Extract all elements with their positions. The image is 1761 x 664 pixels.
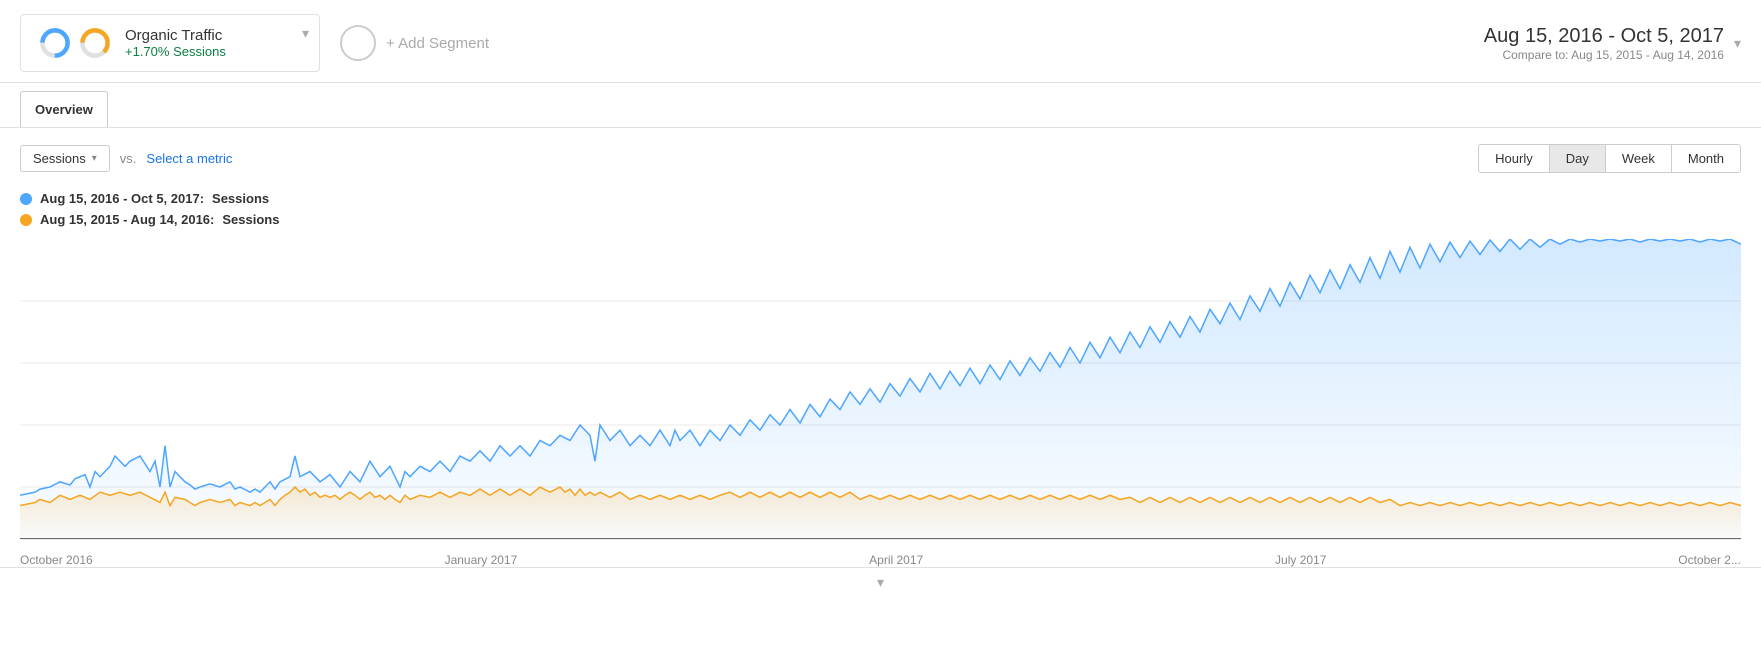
scrollbar-area[interactable]: ▾: [0, 567, 1761, 595]
add-segment-label: + Add Segment: [386, 35, 489, 52]
metric-selector: Sessions ▾ vs. Select a metric: [20, 145, 232, 172]
sessions-dropdown[interactable]: Sessions ▾: [20, 145, 110, 172]
sessions-label: Sessions: [33, 151, 86, 166]
date-range-compare: Compare to: Aug 15, 2015 - Aug 14, 2016: [1484, 48, 1724, 62]
chart-container: [0, 239, 1761, 549]
date-range-title: Aug 15, 2016 - Oct 5, 2017: [1484, 25, 1724, 48]
legend-metric-2: Sessions: [222, 212, 279, 227]
legend-range-1: Aug 15, 2016 - Oct 5, 2017:: [40, 191, 204, 206]
chart-svg: [20, 239, 1741, 549]
tabs-bar: Overview: [0, 83, 1761, 128]
time-btn-day[interactable]: Day: [1549, 144, 1606, 173]
legend-dot-blue: [20, 193, 32, 205]
segment-left: Organic Traffic +1.70% Sessions ▾ + Add …: [20, 14, 489, 72]
vs-label: vs.: [120, 151, 137, 166]
legend-item-1: Aug 15, 2016 - Oct 5, 2017: Sessions: [20, 191, 1741, 206]
scroll-down-icon[interactable]: ▾: [877, 574, 884, 591]
donut-orange-icon: [77, 25, 113, 61]
date-range[interactable]: Aug 15, 2016 - Oct 5, 2017 Compare to: A…: [1484, 25, 1741, 62]
donut-blue-icon: [37, 25, 73, 61]
x-label-3: July 2017: [1275, 553, 1326, 567]
tab-overview[interactable]: Overview: [20, 91, 108, 127]
x-label-1: January 2017: [445, 553, 518, 567]
x-label-4: October 2...: [1678, 553, 1741, 567]
time-buttons: Hourly Day Week Month: [1479, 144, 1741, 173]
segment-icon: [37, 25, 113, 61]
segment-dropdown-arrow[interactable]: ▾: [302, 25, 309, 42]
add-segment[interactable]: + Add Segment: [340, 25, 489, 61]
legend-metric-1: Sessions: [212, 191, 269, 206]
segment-title: Organic Traffic: [125, 27, 226, 44]
segment-pct: +1.70% Sessions: [125, 44, 226, 59]
compare-range: Aug 15, 2015 - Aug 14, 2016: [1571, 48, 1724, 62]
header: Organic Traffic +1.70% Sessions ▾ + Add …: [0, 0, 1761, 83]
add-segment-circle-icon: [340, 25, 376, 61]
time-btn-month[interactable]: Month: [1671, 144, 1741, 173]
compare-label: Compare to:: [1502, 48, 1568, 62]
time-btn-hourly[interactable]: Hourly: [1478, 144, 1550, 173]
date-range-arrow-icon[interactable]: ▾: [1734, 35, 1741, 52]
x-axis: October 2016 January 2017 April 2017 Jul…: [0, 549, 1761, 567]
sessions-arrow-icon: ▾: [92, 153, 97, 164]
legend-dot-orange: [20, 214, 32, 226]
select-metric-link[interactable]: Select a metric: [146, 151, 232, 166]
date-range-text: Aug 15, 2016 - Oct 5, 2017 Compare to: A…: [1484, 25, 1724, 62]
legend: Aug 15, 2016 - Oct 5, 2017: Sessions Aug…: [0, 181, 1761, 239]
segment-card-1[interactable]: Organic Traffic +1.70% Sessions ▾: [20, 14, 320, 72]
x-label-0: October 2016: [20, 553, 93, 567]
controls-row: Sessions ▾ vs. Select a metric Hourly Da…: [0, 128, 1761, 181]
legend-item-2: Aug 15, 2015 - Aug 14, 2016: Sessions: [20, 212, 1741, 227]
legend-range-2: Aug 15, 2015 - Aug 14, 2016:: [40, 212, 214, 227]
x-label-2: April 2017: [869, 553, 923, 567]
time-btn-week[interactable]: Week: [1605, 144, 1672, 173]
segment-info: Organic Traffic +1.70% Sessions: [125, 27, 226, 59]
